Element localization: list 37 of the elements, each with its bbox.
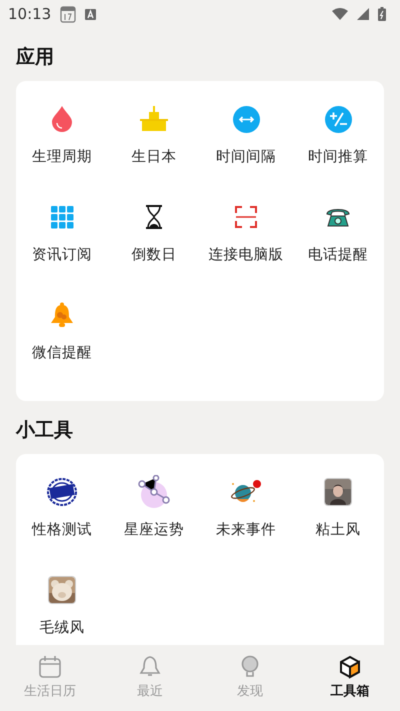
grid-icon — [50, 206, 74, 228]
tool-label[interactable]: 星座运势 — [124, 520, 184, 539]
tool-label[interactable]: 未来事件 — [216, 520, 276, 539]
tool-label[interactable]: 资讯订阅 — [32, 245, 92, 264]
tool-label[interactable]: 连接电脑版 — [208, 245, 284, 264]
scan-icon — [235, 206, 257, 228]
tool-label[interactable]: 粘土风 — [316, 520, 360, 539]
tool-label[interactable]: 电话提醒 — [308, 245, 368, 264]
section-title: 应用 — [16, 45, 55, 70]
stamp-icon — [47, 478, 77, 506]
hourglass-icon — [145, 205, 163, 229]
bell-icon — [138, 655, 162, 679]
planet-icon — [230, 479, 262, 505]
tool-label[interactable]: 性格测试 — [32, 520, 92, 539]
plus-minus-icon — [324, 106, 352, 132]
network-icon — [137, 475, 171, 509]
status-time: 10:13 — [8, 5, 52, 23]
tool-label[interactable]: 时间间隔 — [216, 147, 276, 166]
calendar-icon — [38, 655, 62, 679]
tool-label[interactable]: 微信提醒 — [32, 343, 92, 362]
nav-tab[interactable]: 工具箱 — [300, 645, 400, 711]
cake-icon — [140, 106, 168, 132]
tool-label[interactable]: 毛绒风 — [40, 618, 84, 637]
cube-icon — [338, 655, 362, 679]
battery-icon — [378, 7, 386, 21]
drop-icon — [51, 106, 73, 132]
section-title: 小工具 — [16, 418, 74, 443]
tool-label[interactable]: 时间推算 — [308, 147, 368, 166]
signal-icon — [357, 8, 369, 20]
wifi-icon — [332, 8, 348, 20]
tool-label[interactable]: 生理周期 — [32, 147, 92, 166]
keyboard-icon — [85, 8, 96, 20]
telephone-icon — [326, 207, 350, 227]
calendar-icon — [60, 6, 76, 22]
bell-icon — [50, 302, 74, 328]
tool-label[interactable]: 生日本 — [132, 147, 176, 166]
tool-label[interactable]: 倒数日 — [132, 245, 176, 264]
